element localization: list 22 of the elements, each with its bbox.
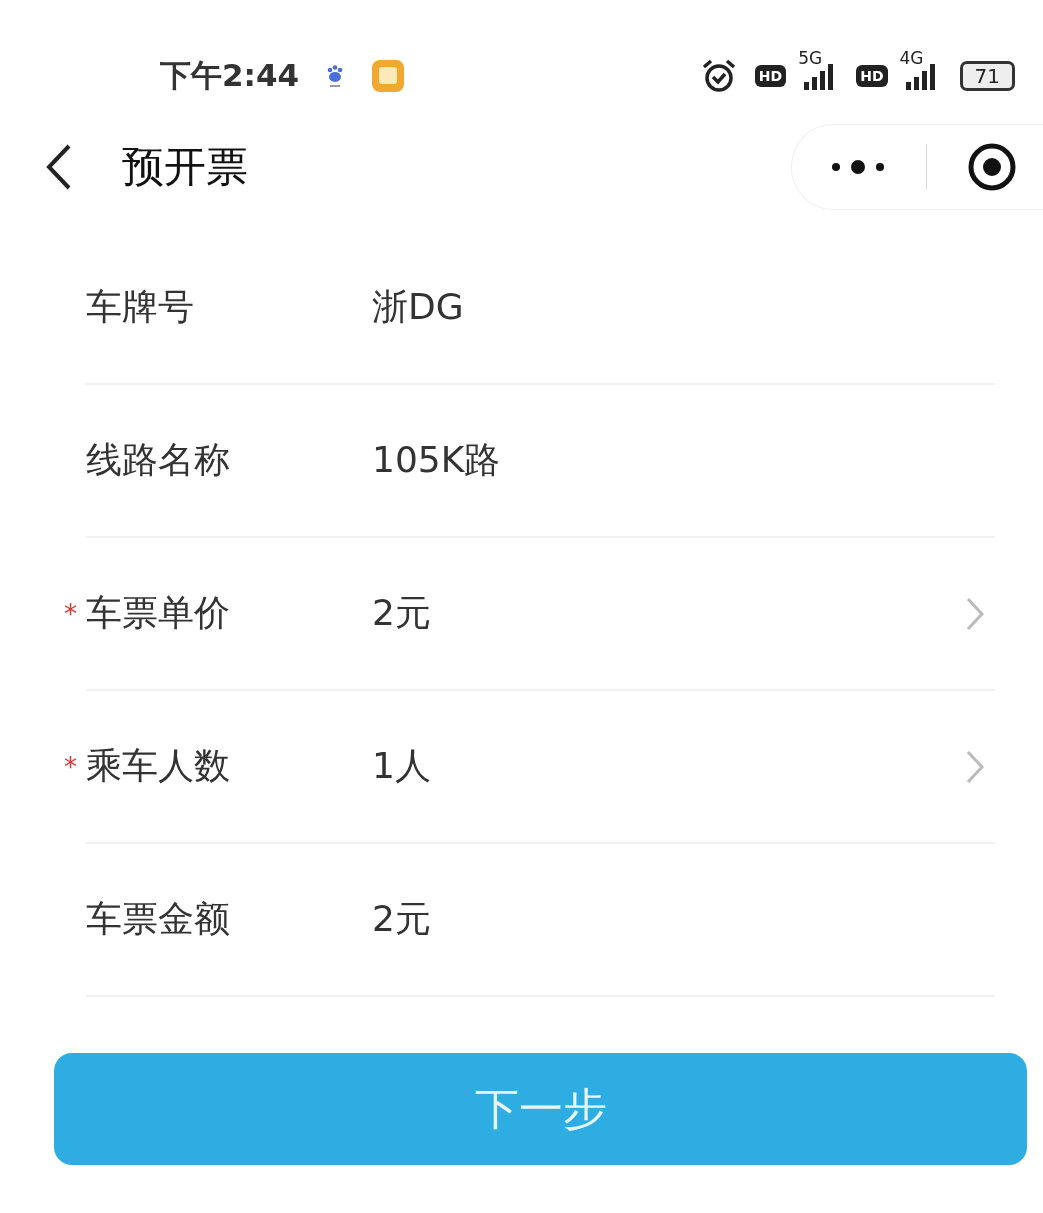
more-icon[interactable]	[830, 159, 886, 175]
field-label: 车票金额	[86, 897, 230, 941]
required-mark: *	[64, 598, 77, 629]
field-value: 105K路	[372, 438, 502, 482]
field-value: 浙DG	[372, 285, 465, 329]
field-label: 车票单价	[86, 591, 230, 635]
field-label: 车牌号	[86, 285, 194, 329]
hd-badge: HD	[754, 65, 787, 87]
network-type: 5G	[798, 48, 823, 68]
field-value[interactable]: 1人	[372, 742, 965, 791]
alarm-icon	[700, 58, 737, 94]
status-time: 下午2:44	[160, 56, 300, 95]
hd-badge: HD	[856, 65, 888, 87]
network-type: 4G	[899, 48, 924, 68]
required-mark: *	[64, 751, 77, 782]
notification-app-icon	[371, 59, 406, 93]
field-value: 2元	[372, 897, 432, 941]
field-label: 乘车人数	[86, 744, 230, 788]
field-label: 线路名称	[86, 438, 230, 482]
page-title: 预开票	[122, 141, 248, 193]
field-value[interactable]: 2元	[372, 589, 965, 638]
battery-indicator: 71	[959, 61, 1015, 91]
